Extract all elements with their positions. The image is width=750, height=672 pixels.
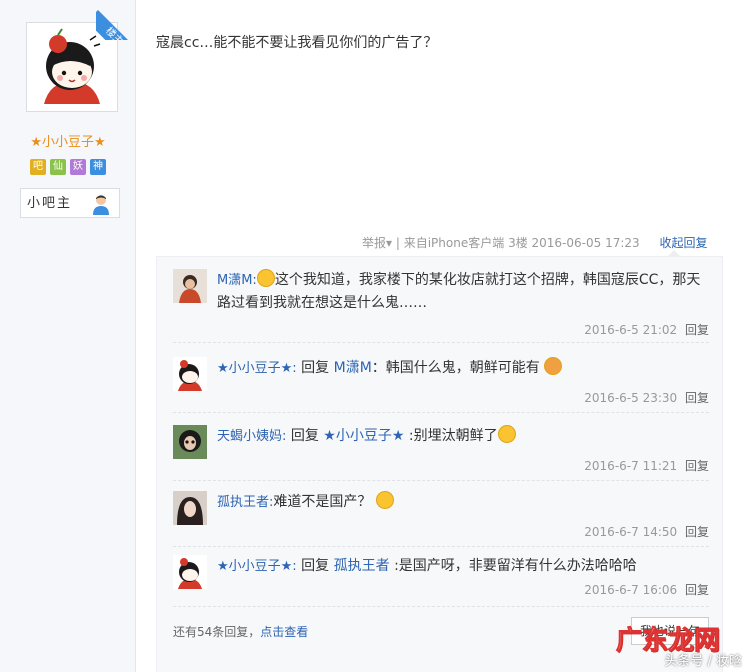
reply-button[interactable]: 回复 [685, 525, 709, 539]
reply-button[interactable]: 回复 [685, 459, 709, 473]
reply-avatar-image [173, 425, 207, 459]
reply-prefix: 回复 [301, 558, 330, 574]
author-badges: 吧 仙 妖 神 [30, 159, 106, 175]
reply-target[interactable]: M潇M [334, 360, 372, 376]
reply-author[interactable]: ★小小豆子★: [217, 361, 297, 376]
reply-text: 难道不是国产？ [273, 494, 372, 510]
reply-body: ★小小豆子★: 回复 M潇M：韩国什么鬼，朝鲜可能有 [217, 357, 709, 380]
post-floor: 3楼 [508, 236, 528, 250]
reply-target[interactable]: ★小小豆子★ [323, 428, 404, 444]
reply-body: M潇M: 这个我知道，我家楼下的某化妆店就打这个招牌，韩国寇辰CC，那天路过看到我… [217, 269, 709, 315]
list-item: ★小小豆子★: 回复 孤执王者 :是国产呀，非要留洋有什么办法哈哈哈 2016-… [173, 555, 709, 607]
smile-emoji-icon [497, 425, 516, 443]
role-label: 小吧主 [27, 196, 73, 211]
reply-avatar[interactable] [173, 357, 207, 391]
author-name[interactable]: ★小小豆子★ [0, 131, 136, 150]
reply-button[interactable]: 回复 [685, 323, 709, 337]
post-content: 寇晨cc…能不能不要让我看见你们的广告了？ [156, 35, 438, 51]
reply-time: 2016-6-5 21:02 [584, 323, 678, 337]
post-meta: 举报▾ | 来自iPhone客户端 3楼 2016-06-05 17:23 收起… [362, 234, 708, 251]
reply-avatar-image [173, 269, 207, 303]
badge-ba-icon[interactable]: 吧 [30, 159, 46, 175]
reply-prefix: 回复 [290, 428, 319, 444]
collapse-replies-link[interactable]: 收起回复 [660, 236, 708, 250]
reply-button[interactable]: 回复 [685, 391, 709, 405]
reply-avatar-image [173, 491, 207, 525]
reply-text: ：韩国什么鬼，朝鲜可能有 [371, 360, 540, 376]
badge-xian-icon[interactable]: 仙 [50, 159, 66, 175]
reply-author[interactable]: 天蝎小姨妈: [217, 429, 286, 444]
reply-meta: 2016-6-7 11:21 回复 [584, 457, 709, 474]
badge-shen-icon[interactable]: 神 [90, 159, 106, 175]
reply-avatar[interactable] [173, 491, 207, 525]
reply-avatar-image [173, 357, 207, 391]
reply-author[interactable]: ★小小豆子★: [217, 559, 297, 574]
reply-body: ★小小豆子★: 回复 孤执王者 :是国产呀，非要留洋有什么办法哈哈哈 [217, 555, 709, 578]
reply-avatar-image [173, 555, 207, 589]
reply-avatar[interactable] [173, 425, 207, 459]
reply-button[interactable]: 回复 [685, 583, 709, 597]
reply-meta: 2016-6-5 23:30 回复 [584, 389, 709, 406]
reply-time: 2016-6-7 16:06 [584, 583, 678, 597]
reply-prefix: 回复 [301, 360, 330, 376]
reply-avatar[interactable] [173, 269, 207, 303]
view-more-link[interactable]: 点击查看 [260, 625, 308, 639]
reply-body: 孤执王者:难道不是国产？ [217, 491, 709, 514]
reply-panel: M潇M: 这个我知道，我家楼下的某化妆店就打这个招牌，韩国寇辰CC，那天路过看到我… [156, 250, 723, 672]
reply-meta: 2016-6-5 21:02 回复 [584, 321, 709, 338]
post-source: | 来自iPhone客户端 [395, 236, 505, 250]
reply-author[interactable]: M潇M: [217, 273, 257, 288]
reply-text: 这个我知道，我家楼下的某化妆店就打这个招牌，韩国寇辰CC，那天路过看到我就在想这… [217, 272, 701, 311]
reply-meta: 2016-6-7 14:50 回复 [584, 523, 709, 540]
reply-author[interactable]: 孤执王者: [217, 495, 273, 510]
reply-avatar[interactable] [173, 555, 207, 589]
list-item: 天蝎小姨妈: 回复 ★小小豆子★ :别埋汰朝鲜了 2016-6-7 11:21 … [173, 425, 709, 481]
report-button[interactable]: 举报▾ [362, 236, 392, 250]
reply-body: 天蝎小姨妈: 回复 ★小小豆子★ :别埋汰朝鲜了 [217, 425, 709, 448]
list-item: 孤执王者:难道不是国产？ 2016-6-7 14:50 回复 [173, 491, 709, 547]
more-replies: 还有54条回复，点击查看 [173, 623, 308, 640]
reply-time: 2016-6-7 14:50 [584, 525, 678, 539]
louzhu-ribbon: 楼主 [96, 0, 138, 40]
surprised-emoji-icon [375, 491, 394, 509]
angry-emoji-icon [544, 357, 563, 375]
smile-emoji-icon [256, 269, 275, 287]
role-badge: 小吧主 [20, 188, 120, 218]
reply-time: 2016-6-7 11:21 [584, 459, 678, 473]
reply-text: :是国产呀，非要留洋有什么办法哈哈哈 [394, 558, 637, 574]
reply-meta: 2016-6-7 16:06 回复 [584, 581, 709, 598]
reply-text: :别埋汰朝鲜了 [408, 428, 498, 444]
source-watermark: 头条号 / 妆晗 [664, 654, 742, 669]
post-datetime: 2016-06-05 17:23 [531, 236, 640, 250]
reply-target[interactable]: 孤执王者 [334, 558, 390, 574]
badge-yao-icon[interactable]: 妖 [70, 159, 86, 175]
list-item: ★小小豆子★: 回复 M潇M：韩国什么鬼，朝鲜可能有 2016-6-5 23:3… [173, 357, 709, 413]
louzhu-label: 楼主 [96, 10, 138, 40]
more-replies-count: 还有54条回复， [173, 625, 261, 639]
author-sidebar: 楼主 ★小小豆子★ 吧 仙 妖 神 小吧主 [0, 0, 138, 672]
list-item: M潇M: 这个我知道，我家楼下的某化妆店就打这个招牌，韩国寇辰CC，那天路过看到我… [173, 269, 709, 343]
reply-time: 2016-6-5 23:30 [584, 391, 678, 405]
moderator-person-icon [93, 195, 109, 215]
